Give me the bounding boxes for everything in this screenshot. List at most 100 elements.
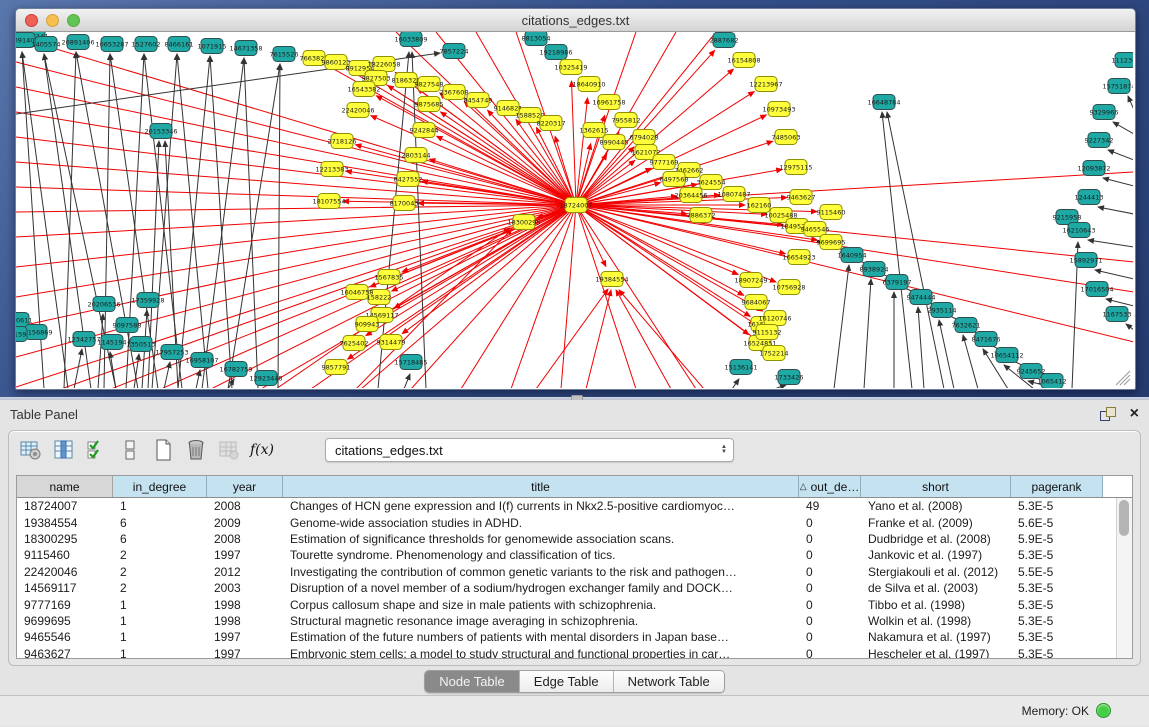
- cell-title: Investigating the contribution of common…: [283, 565, 799, 579]
- float-panel-icon[interactable]: [1100, 407, 1116, 421]
- graph-node-label: 1244413: [1075, 194, 1104, 202]
- graph-node-label: 2887682: [710, 37, 739, 45]
- cell-pagerank: 5.3E-5: [1011, 647, 1103, 659]
- column-header-in_degree[interactable]: in_degree: [113, 476, 207, 497]
- cell-year: 1997: [207, 630, 283, 644]
- cell-pagerank: 5.5E-5: [1011, 565, 1103, 579]
- graph-node-label: 12975115: [779, 164, 812, 172]
- memory-status-icon: [1096, 703, 1111, 718]
- cell-in_degree: 1: [113, 630, 207, 644]
- graph-node-label: 9242844: [410, 127, 439, 135]
- graph-node-label: 1167533: [1103, 311, 1132, 319]
- column-header-out_de[interactable]: △out_de…: [799, 476, 861, 497]
- tab-edge-table[interactable]: Edge Table: [520, 671, 614, 692]
- cell-out_de: 0: [799, 532, 861, 546]
- cell-pagerank: 5.3E-5: [1011, 499, 1103, 513]
- table-options-icon[interactable]: [19, 438, 43, 462]
- graph-node-label: 7625402: [340, 340, 369, 348]
- graph-node-label: 10973493: [762, 106, 795, 114]
- cell-out_de: 49: [799, 499, 861, 513]
- column-header-year[interactable]: year: [207, 476, 283, 497]
- graph-node-label: 9875685: [415, 101, 444, 109]
- cell-short: Franke et al. (2009): [861, 516, 1011, 530]
- network-canvas[interactable]: 1040557208914120914031405574208914061065…: [16, 32, 1133, 388]
- table-row[interactable]: 969969511998Structural magnetic resonanc…: [17, 613, 1117, 629]
- select-columns-icon[interactable]: [52, 438, 76, 462]
- cell-out_de: 0: [799, 581, 861, 595]
- graph-node-label: 1065412: [1038, 378, 1067, 386]
- cell-out_de: 0: [799, 647, 861, 659]
- table-row[interactable]: 911546021997Tourette syndrome. Phenomeno…: [17, 547, 1117, 563]
- network-window-titlebar[interactable]: citations_edges.txt: [16, 9, 1135, 32]
- graph-node-label: 10653287: [95, 41, 128, 49]
- cell-out_de: 0: [799, 614, 861, 628]
- network-window[interactable]: citations_edges.txt 10405572089141209140…: [15, 8, 1136, 390]
- graph-node-label: 1752214: [760, 350, 789, 358]
- graph-node-label: 12342757: [67, 336, 100, 344]
- table-selector-dropdown[interactable]: citations_edges.txt ▲▼: [325, 438, 734, 462]
- column-header-pagerank[interactable]: pagerank: [1011, 476, 1103, 497]
- graph-node-label: 8938924: [860, 266, 889, 274]
- cell-title: Estimation of significance thresholds fo…: [283, 532, 799, 546]
- function-builder-icon[interactable]: f(x): [250, 438, 274, 462]
- cell-in_degree: 2: [113, 565, 207, 579]
- graph-node-label: 10325419: [554, 64, 587, 72]
- graph-node-label: 8454749: [464, 97, 493, 105]
- table-row[interactable]: 1938455462009Genome-wide association stu…: [17, 514, 1117, 530]
- column-header-title[interactable]: title: [283, 476, 799, 497]
- zoom-window-button[interactable]: [67, 14, 80, 27]
- new-table-icon[interactable]: [151, 438, 175, 462]
- row-height-icon[interactable]: [118, 438, 142, 462]
- graph-node-label: 1071915: [198, 43, 227, 51]
- graph-node-label: 7955812: [612, 117, 641, 125]
- cell-year: 2003: [207, 581, 283, 595]
- graph-node-label: 9827548: [415, 81, 444, 89]
- graph-node-label: 2367608: [440, 89, 469, 97]
- cell-title: Tourette syndrome. Phenomenology and cla…: [283, 548, 799, 562]
- table-row[interactable]: 946554611997Estimation of the future num…: [17, 629, 1117, 645]
- tab-network-table[interactable]: Network Table: [614, 671, 724, 692]
- table-row[interactable]: 2242004622012Investigating the contribut…: [17, 564, 1117, 580]
- cell-short: Dudbridge et al. (2008): [861, 532, 1011, 546]
- graph-node-label: 18226058: [367, 61, 400, 69]
- table-row[interactable]: 946362711997Embryonic stem cells: a mode…: [17, 646, 1117, 659]
- delete-table-icon[interactable]: [184, 438, 208, 462]
- cell-title: Structural magnetic resonance image aver…: [283, 614, 799, 628]
- table-row[interactable]: 1456911722003Disruption of a novel membe…: [17, 580, 1117, 596]
- close-panel-icon[interactable]: ×: [1130, 407, 1139, 421]
- cell-short: Wolkin et al. (1998): [861, 614, 1011, 628]
- cell-pagerank: 5.3E-5: [1011, 598, 1103, 612]
- graph-node-label: 9463627: [787, 194, 816, 202]
- close-window-button[interactable]: [25, 14, 38, 27]
- table-row[interactable]: 1872400712008Changes of HCN gene express…: [17, 498, 1117, 514]
- column-header-name[interactable]: name: [17, 476, 113, 497]
- graph-node-label: 16648784: [867, 99, 900, 107]
- graph-node-label: 39159: [16, 331, 26, 339]
- cell-out_de: 0: [799, 630, 861, 644]
- cell-title: Estimation of the future numbers of pati…: [283, 630, 799, 644]
- column-header-short[interactable]: short: [861, 476, 1011, 497]
- graph-node-label: 7615526: [270, 51, 299, 59]
- cell-out_de: 0: [799, 548, 861, 562]
- table-row[interactable]: 1830029562008Estimation of significance …: [17, 531, 1117, 547]
- minimize-window-button[interactable]: [46, 14, 59, 27]
- graph-node-label: 12093872: [1077, 165, 1110, 173]
- graph-node-label: 18724007: [559, 202, 592, 210]
- cell-short: de Silva et al. (2003): [861, 581, 1011, 595]
- graph-node-label: 1405574: [32, 41, 61, 49]
- cell-name: 9777169: [17, 598, 113, 612]
- table-panel-body: f(x) citations_edges.txt ▲▼ namein_degre…: [8, 430, 1141, 666]
- tab-node-table[interactable]: Node Table: [425, 671, 520, 692]
- column-check-icon[interactable]: [85, 438, 109, 462]
- graph-node-label: 9465546: [801, 226, 830, 234]
- cell-pagerank: 5.3E-5: [1011, 581, 1103, 595]
- graph-node-label: 18907249: [734, 277, 767, 285]
- graph-node-label: 1112304: [1112, 57, 1133, 65]
- graph-node-label: 6794028: [630, 134, 659, 142]
- graph-node-label: 16654923: [782, 254, 815, 262]
- graph-node-label: 8990445: [600, 139, 629, 147]
- table-row[interactable]: 977716911998Corpus callosum shape and si…: [17, 596, 1117, 612]
- scrollbar-thumb[interactable]: [1119, 500, 1129, 536]
- table-vertical-scrollbar[interactable]: [1116, 498, 1132, 658]
- graph-node-label: 16543382: [347, 86, 380, 94]
